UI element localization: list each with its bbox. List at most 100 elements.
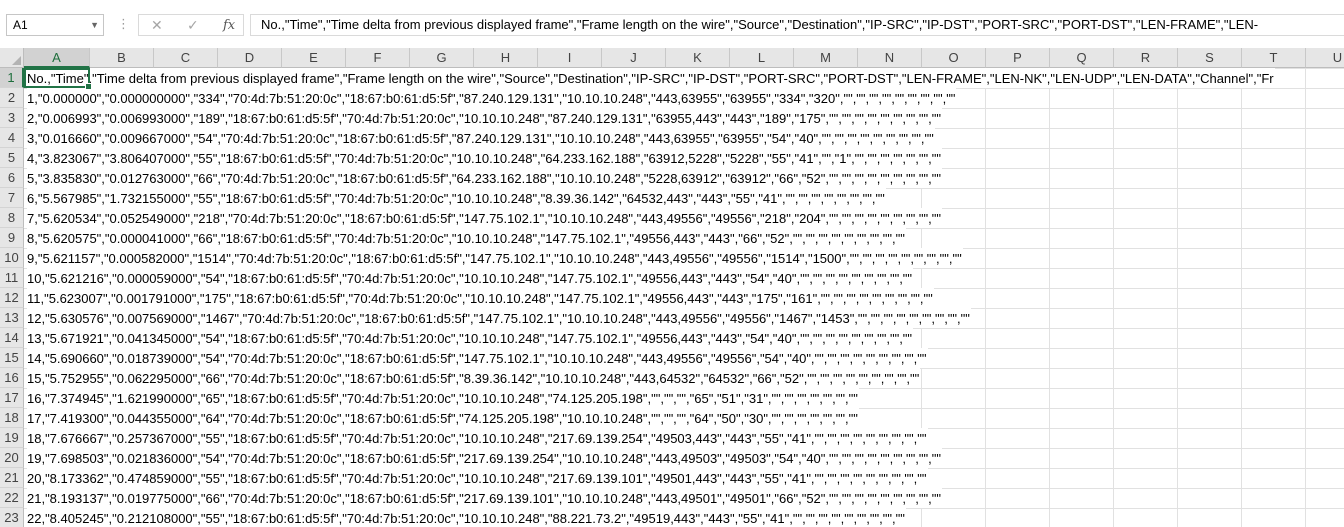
cell-text[interactable]: 10,"5.621216","0.000059000","54","18:67:… — [27, 268, 914, 288]
column-header-j[interactable]: J — [602, 48, 666, 68]
enter-icon[interactable]: ✓ — [187, 17, 199, 34]
column-header-e[interactable]: E — [282, 48, 346, 68]
cell-area[interactable]: No.,"Time","Time delta from previous dis… — [24, 68, 1344, 527]
column-header-r[interactable]: R — [1114, 48, 1178, 68]
column-header-c[interactable]: C — [154, 48, 218, 68]
cell-text[interactable]: 3,"0.016660","0.009667000","54","70:4d:7… — [27, 128, 935, 148]
row-header-21[interactable]: 21 — [0, 468, 24, 488]
row-header-13[interactable]: 13 — [0, 308, 24, 328]
cell-text[interactable]: 5,"3.835830","0.012763000","66","70:4d:7… — [27, 168, 942, 188]
cell-text[interactable]: 12,"5.630576","0.007569000","1467","70:4… — [27, 308, 971, 328]
cell-text[interactable]: 13,"5.671921","0.041345000","54","18:67:… — [27, 328, 914, 348]
cell-text[interactable]: 19,"7.698503","0.021836000","54","70:4d:… — [27, 448, 942, 468]
column-header-n[interactable]: N — [858, 48, 922, 68]
chevron-down-icon[interactable]: ▼ — [90, 15, 99, 35]
row-header-18[interactable]: 18 — [0, 408, 24, 428]
table-row: 9,"5.621157","0.000582000","1514","70:4d… — [24, 248, 1344, 268]
cell-text[interactable]: 9,"5.621157","0.000582000","1514","70:4d… — [27, 248, 963, 268]
table-row: 2,"0.006993","0.006993000","189","18:67:… — [24, 108, 1344, 128]
formula-bar: A1 ▼ ⋮ ✕ ✓ fx No.,"Time","Time delta fro… — [0, 0, 1344, 48]
table-row: 6,"5.567985","1.732155000","55","18:67:b… — [24, 188, 1344, 208]
cell-text[interactable]: 11,"5.623007","0.001791000","175","18:67… — [27, 288, 934, 308]
table-row: 21,"8.193137","0.019775000","66","70:4d:… — [24, 488, 1344, 508]
row-header-1[interactable]: 1 — [0, 68, 24, 88]
row-header-2[interactable]: 2 — [0, 88, 24, 108]
row-header-20[interactable]: 20 — [0, 448, 24, 468]
column-header-a[interactable]: A — [24, 48, 90, 68]
cell-text[interactable]: 22,"8.405245","0.212108000","55","18:67:… — [27, 508, 906, 527]
table-row: 13,"5.671921","0.041345000","54","18:67:… — [24, 328, 1344, 348]
table-row: 3,"0.016660","0.009667000","54","70:4d:7… — [24, 128, 1344, 148]
cancel-icon[interactable]: ✕ — [151, 17, 163, 34]
cell-text[interactable]: 15,"5.752955","0.062295000","66","70:4d:… — [27, 368, 921, 388]
table-row: 22,"8.405245","0.212108000","55","18:67:… — [24, 508, 1344, 527]
row-header-19[interactable]: 19 — [0, 428, 24, 448]
cell-text[interactable]: 6,"5.567985","1.732155000","55","18:67:b… — [27, 188, 886, 208]
row-header-3[interactable]: 3 — [0, 108, 24, 128]
row-header-14[interactable]: 14 — [0, 328, 24, 348]
column-header-b[interactable]: B — [90, 48, 154, 68]
row-header-17[interactable]: 17 — [0, 388, 24, 408]
column-header-u[interactable]: U — [1306, 48, 1344, 68]
table-row: 5,"3.835830","0.012763000","66","70:4d:7… — [24, 168, 1344, 188]
column-header-i[interactable]: I — [538, 48, 602, 68]
cell-text[interactable]: 4,"3.823067","3.806407000","55","18:67:b… — [27, 148, 942, 168]
column-header-m[interactable]: M — [794, 48, 858, 68]
cell-text[interactable]: 21,"8.193137","0.019775000","66","70:4d:… — [27, 488, 942, 508]
column-headers: ABCDEFGHIJKLMNOPQRSTU — [24, 48, 1344, 68]
cell-text[interactable]: 8,"5.620575","0.000041000","66","18:67:b… — [27, 228, 906, 248]
table-row: 1,"0.000000","0.000000000","334","70:4d:… — [24, 88, 1344, 108]
row-header-7[interactable]: 7 — [0, 188, 24, 208]
table-row: 20,"8.173362","0.474859000","55","18:67:… — [24, 468, 1344, 488]
table-row: 4,"3.823067","3.806407000","55","18:67:b… — [24, 148, 1344, 168]
column-header-f[interactable]: F — [346, 48, 410, 68]
row-header-23[interactable]: 23 — [0, 508, 24, 527]
cell-text[interactable]: 18,"7.676667","0.257367000","55","18:67:… — [27, 428, 928, 448]
row-header-6[interactable]: 6 — [0, 168, 24, 188]
table-row: 12,"5.630576","0.007569000","1467","70:4… — [24, 308, 1344, 328]
cell-text[interactable]: 16,"7.374945","1.621990000","65","18:67:… — [27, 388, 859, 408]
row-header-4[interactable]: 4 — [0, 128, 24, 148]
column-header-t[interactable]: T — [1242, 48, 1306, 68]
column-header-s[interactable]: S — [1178, 48, 1242, 68]
table-row: 7,"5.620534","0.052549000","218","70:4d:… — [24, 208, 1344, 228]
name-box[interactable]: A1 ▼ — [6, 14, 104, 36]
row-header-11[interactable]: 11 — [0, 268, 24, 288]
row-header-16[interactable]: 16 — [0, 368, 24, 388]
select-all-corner[interactable] — [0, 48, 24, 68]
table-row: 16,"7.374945","1.621990000","65","18:67:… — [24, 388, 1344, 408]
cell-text[interactable]: 2,"0.006993","0.006993000","189","18:67:… — [27, 108, 942, 128]
column-header-k[interactable]: K — [666, 48, 730, 68]
cell-text[interactable]: No.,"Time","Time delta from previous dis… — [27, 68, 1275, 88]
cell-text[interactable]: 14,"5.690660","0.018739000","54","70:4d:… — [27, 348, 928, 368]
table-row: 14,"5.690660","0.018739000","54","70:4d:… — [24, 348, 1344, 368]
column-header-o[interactable]: O — [922, 48, 986, 68]
column-header-d[interactable]: D — [218, 48, 282, 68]
insert-function-icon[interactable]: fx — [223, 18, 235, 33]
table-row: 8,"5.620575","0.000041000","66","18:67:b… — [24, 228, 1344, 248]
cell-text[interactable]: 1,"0.000000","0.000000000","334","70:4d:… — [27, 88, 957, 108]
cell-text[interactable]: 17,"7.419300","0.044355000","64","70:4d:… — [27, 408, 859, 428]
more-options-icon[interactable]: ⋮ — [117, 16, 130, 32]
row-header-5[interactable]: 5 — [0, 148, 24, 168]
formula-buttons: ✕ ✓ fx — [138, 14, 244, 36]
table-row: 11,"5.623007","0.001791000","175","18:67… — [24, 288, 1344, 308]
row-header-22[interactable]: 22 — [0, 488, 24, 508]
column-header-g[interactable]: G — [410, 48, 474, 68]
row-header-12[interactable]: 12 — [0, 288, 24, 308]
column-header-p[interactable]: P — [986, 48, 1050, 68]
column-header-q[interactable]: Q — [1050, 48, 1114, 68]
row-header-15[interactable]: 15 — [0, 348, 24, 368]
table-row: 19,"7.698503","0.021836000","54","70:4d:… — [24, 448, 1344, 468]
cell-text[interactable]: 7,"5.620534","0.052549000","218","70:4d:… — [27, 208, 942, 228]
column-header-h[interactable]: H — [474, 48, 538, 68]
table-row: No.,"Time","Time delta from previous dis… — [24, 68, 1344, 88]
column-header-l[interactable]: L — [730, 48, 794, 68]
cell-text[interactable]: 20,"8.173362","0.474859000","55","18:67:… — [27, 468, 928, 488]
spreadsheet-grid: ABCDEFGHIJKLMNOPQRSTU 1 2 3 4 5 6 7 8 9 10 11 12 13 1… — [0, 48, 1344, 527]
row-header-10[interactable]: 10 — [0, 248, 24, 268]
row-header-8[interactable]: 8 — [0, 208, 24, 228]
row-header-9[interactable]: 9 — [0, 228, 24, 248]
table-row: 17,"7.419300","0.044355000","64","70:4d:… — [24, 408, 1344, 428]
formula-input[interactable]: No.,"Time","Time delta from previous dis… — [250, 14, 1344, 36]
